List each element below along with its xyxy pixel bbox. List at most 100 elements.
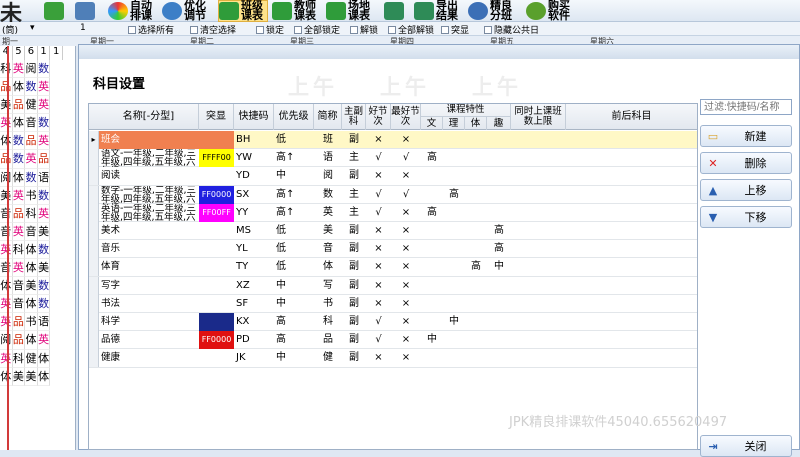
col-best-period[interactable]: 最好节次 — [391, 104, 421, 130]
grid-cell[interactable]: 数 — [25, 78, 38, 97]
cell-abbr[interactable]: 品 — [314, 331, 342, 349]
grid-cell[interactable]: 体 — [25, 331, 38, 350]
grid-cell[interactable]: 英 — [37, 331, 51, 350]
cell-abbr[interactable]: 写 — [314, 277, 342, 295]
cell-code[interactable]: YL — [234, 240, 274, 258]
cell-name[interactable]: 科学 — [99, 313, 199, 331]
auto-schedule-button[interactable]: 自动排课 — [108, 0, 156, 22]
cell-good[interactable]: × — [366, 349, 391, 367]
cell-li[interactable]: 中 — [443, 313, 465, 331]
grid-cell[interactable]: 品 — [25, 132, 38, 151]
cell-qu[interactable]: 高 — [487, 222, 511, 240]
grid-cell[interactable]: 书 — [25, 313, 38, 332]
grid-cell[interactable]: 数 — [12, 132, 26, 151]
cell-qu[interactable] — [487, 313, 511, 331]
grid-cell[interactable]: 体 — [12, 78, 26, 97]
grid-cell[interactable]: 美 — [25, 367, 38, 386]
cell-code[interactable]: SF — [234, 295, 274, 313]
cell-abbr[interactable]: 数 — [314, 186, 342, 204]
cell-qu[interactable] — [487, 131, 511, 149]
cell-color-text[interactable] — [199, 222, 234, 240]
cell-code[interactable]: XZ — [234, 277, 274, 295]
grid-cell[interactable]: 音 — [12, 295, 26, 314]
cell-wen[interactable]: 高 — [421, 204, 443, 222]
move-down-button[interactable]: ▼ 下移 — [700, 206, 792, 228]
cell-code[interactable]: KX — [234, 313, 274, 331]
grid-cell[interactable]: 美 — [37, 222, 51, 241]
grid-cell[interactable]: 音 — [12, 277, 26, 296]
grid-cell[interactable]: 体 — [37, 349, 51, 368]
grid-cell[interactable]: 数 — [37, 277, 51, 296]
cell-name[interactable]: 英语-一年级,二年级,三年级,四年级,五年级,六年级 — [99, 204, 199, 222]
cell-wen[interactable] — [421, 258, 443, 276]
cell-li[interactable] — [443, 149, 465, 167]
cell-wen[interactable]: 高 — [421, 149, 443, 167]
cell-wen[interactable] — [421, 313, 443, 331]
cell-color-text[interactable] — [199, 277, 234, 295]
cell-li[interactable] — [443, 349, 465, 367]
grid-cell[interactable]: 科 — [12, 240, 26, 260]
cell-best[interactable]: × — [391, 313, 421, 331]
cell-abbr[interactable]: 语 — [314, 149, 342, 167]
grid-cell[interactable]: 体 — [12, 168, 26, 187]
table-row[interactable]: 书法 SF 中书副 × × — [89, 294, 697, 313]
grid-cell[interactable]: 品 — [37, 150, 51, 169]
col-trait-ti[interactable]: 体 — [465, 117, 487, 130]
cell-best[interactable]: √ — [391, 186, 421, 204]
cell-color-text[interactable] — [199, 313, 234, 331]
cell-code[interactable]: YY — [234, 204, 274, 222]
cell-wen[interactable] — [421, 240, 443, 258]
grid-cell[interactable]: 体 — [25, 240, 38, 260]
cell-best[interactable]: × — [391, 240, 421, 258]
cell-name[interactable]: 音乐 — [99, 240, 199, 258]
cell-ti[interactable] — [465, 167, 487, 185]
cell-li[interactable] — [443, 331, 465, 349]
cell-ti[interactable] — [465, 131, 487, 149]
cell-name[interactable]: 书法 — [99, 295, 199, 313]
cell-best[interactable]: √ — [391, 149, 421, 167]
cell-color-text[interactable]: FF0000 — [199, 331, 234, 350]
col-code[interactable]: 快捷码 — [234, 104, 274, 130]
teacher-timetable-button[interactable]: 教师课表 — [272, 0, 320, 22]
grid-cell[interactable]: 体 — [25, 259, 38, 278]
cell-good[interactable]: √ — [366, 186, 391, 204]
cell-abbr[interactable]: 班 — [314, 131, 342, 149]
cell-main[interactable]: 副 — [342, 167, 366, 185]
table-row[interactable]: 科学 KX 高科副 √ × 中 — [89, 313, 697, 332]
table-row[interactable]: 品德 FF0000 PD 高品副 √ × 中 — [89, 331, 697, 350]
cell-limit[interactable] — [511, 313, 566, 331]
cell-name[interactable]: 数学-一年级,二年级,三年级,四年级,五年级,六年级 — [99, 186, 199, 204]
col-related-subjects[interactable]: 前后科目 — [566, 104, 697, 130]
cell-wen[interactable] — [421, 277, 443, 295]
grid-cell[interactable]: 美 — [25, 277, 38, 296]
close-button[interactable]: ⇥ 关闭 — [700, 435, 792, 457]
cell-code[interactable]: PD — [234, 331, 274, 349]
grid-cell[interactable]: 数 — [37, 186, 51, 205]
grid-cell[interactable]: 语 — [37, 168, 51, 187]
cell-li[interactable] — [443, 222, 465, 240]
cell-qu[interactable] — [487, 349, 511, 367]
cell-priority[interactable]: 中 — [274, 349, 314, 367]
cell-best[interactable]: × — [391, 349, 421, 367]
cell-main[interactable]: 副 — [342, 240, 366, 258]
class-split-button[interactable]: 精良分班 — [468, 0, 516, 22]
cell-code[interactable]: YD — [234, 167, 274, 185]
add-icon[interactable] — [44, 0, 66, 22]
cell-main[interactable]: 主 — [342, 204, 366, 222]
cell-limit[interactable] — [511, 149, 566, 167]
cell-color-text[interactable]: FFFF00 — [199, 149, 234, 168]
cell-qu[interactable] — [487, 295, 511, 313]
cell-name[interactable]: 健康 — [99, 349, 199, 367]
cell-qu[interactable] — [487, 186, 511, 204]
cell-limit[interactable] — [511, 349, 566, 367]
cell-good[interactable]: × — [366, 240, 391, 258]
grid-cell[interactable]: 英 — [37, 96, 51, 115]
table-row[interactable]: 语文-一年级,二年级,三年级,四年级,五年级,六年级FFFF00YW高↑语主√√… — [89, 149, 697, 168]
grid-cell[interactable]: 音 — [25, 222, 38, 241]
cell-color-text[interactable] — [199, 295, 234, 313]
cell-main[interactable]: 副 — [342, 331, 366, 349]
cell-priority[interactable]: 高↑ — [274, 149, 314, 167]
cell-good[interactable]: √ — [366, 149, 391, 167]
cell-code[interactable]: SX — [234, 186, 274, 204]
cell-name[interactable]: 班会 — [99, 131, 199, 149]
